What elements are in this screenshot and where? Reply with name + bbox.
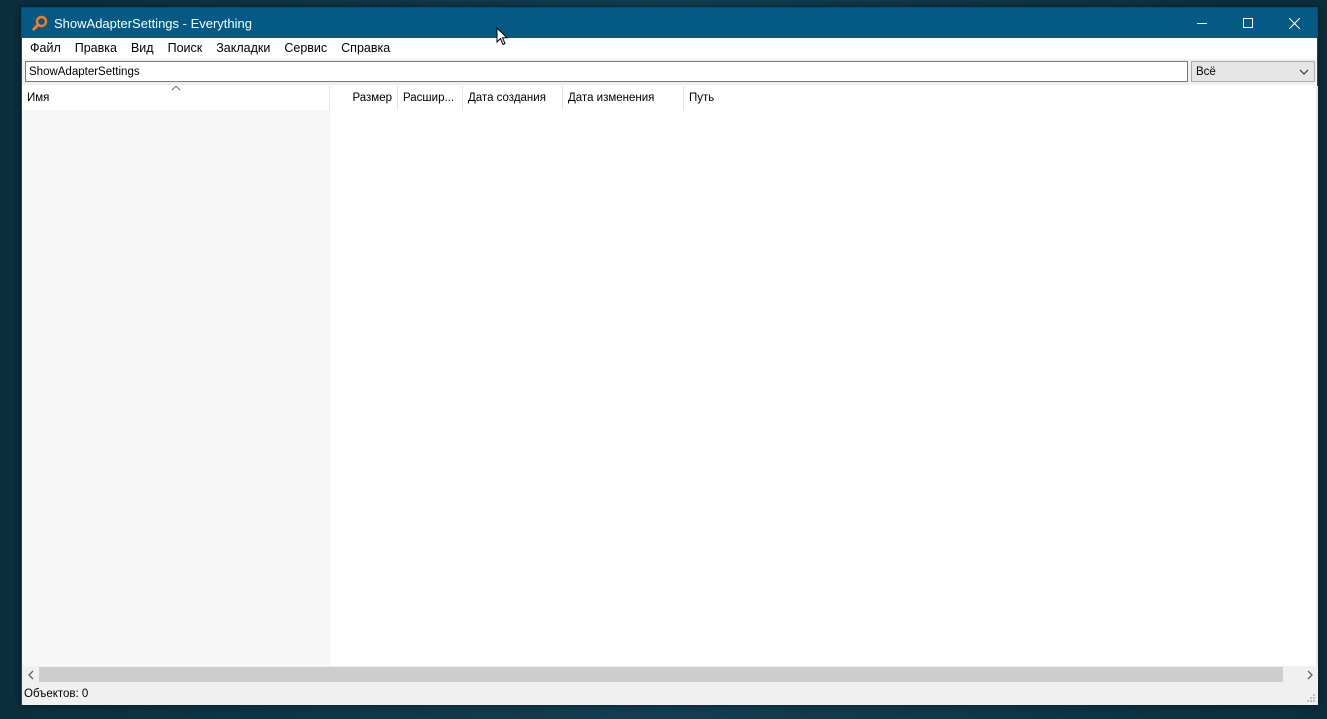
- menu-search[interactable]: Поиск: [161, 38, 210, 59]
- menu-bookmarks[interactable]: Закладки: [209, 38, 277, 59]
- chevron-left-icon: [27, 670, 33, 679]
- sort-ascending-icon: [171, 86, 181, 91]
- minimize-icon: [1197, 23, 1207, 24]
- column-header-label: Расшир...: [403, 92, 455, 104]
- results-list[interactable]: [22, 110, 1316, 666]
- resize-grip-icon[interactable]: [1306, 693, 1316, 703]
- window-controls: [1179, 8, 1317, 38]
- menu-view[interactable]: Вид: [124, 38, 161, 59]
- column-header-date-created[interactable]: Дата создания: [463, 86, 563, 110]
- menu-bar: Файл Правка Вид Поиск Закладки Сервис Сп…: [22, 38, 1317, 59]
- scroll-left-button[interactable]: [22, 666, 39, 683]
- name-column-background: [22, 110, 330, 666]
- menu-file[interactable]: Файл: [23, 38, 68, 59]
- column-header-date-modified[interactable]: Дата изменения: [563, 86, 684, 110]
- window-title: ShowAdapterSettings - Everything: [54, 15, 252, 31]
- menu-tools[interactable]: Сервис: [277, 38, 334, 59]
- scroll-right-button[interactable]: [1301, 666, 1318, 683]
- column-header-row: Имя Размер Расшир... Дата создания Дата …: [22, 86, 1316, 110]
- column-header-name[interactable]: Имя: [22, 86, 330, 110]
- object-count: Объектов: 0: [24, 688, 89, 700]
- chevron-right-icon: [1307, 670, 1313, 679]
- maximize-button[interactable]: [1225, 8, 1271, 38]
- close-button[interactable]: [1271, 8, 1317, 38]
- filter-selected-value: Всё: [1196, 65, 1216, 78]
- close-icon: [1288, 17, 1300, 29]
- minimize-button[interactable]: [1179, 8, 1225, 38]
- column-header-path[interactable]: Путь: [684, 86, 884, 110]
- menu-help[interactable]: Справка: [334, 38, 397, 59]
- column-header-label: Путь: [689, 92, 715, 104]
- filter-dropdown[interactable]: Всё: [1191, 61, 1315, 82]
- maximize-icon: [1243, 18, 1253, 28]
- magnifier-icon: [32, 15, 48, 31]
- horizontal-scrollbar[interactable]: [22, 666, 1318, 683]
- search-input[interactable]: [25, 61, 1188, 82]
- column-header-label: Размер: [352, 92, 392, 104]
- column-header-size[interactable]: Размер: [330, 86, 398, 110]
- everything-window: ShowAdapterSettings - Everything Файл Пр…: [21, 7, 1318, 705]
- column-header-extension[interactable]: Расшир...: [398, 86, 463, 110]
- column-header-label: Дата создания: [468, 92, 546, 104]
- mouse-cursor-icon: [496, 27, 508, 46]
- menu-edit[interactable]: Правка: [68, 38, 124, 59]
- column-header-label: Дата изменения: [568, 92, 655, 104]
- vertical-scrollbar-edge: [1316, 86, 1318, 666]
- search-row: Всё: [22, 59, 1317, 85]
- status-bar: Объектов: 0: [22, 683, 1318, 705]
- title-bar[interactable]: ShowAdapterSettings - Everything: [22, 8, 1317, 38]
- column-header-label: Имя: [27, 92, 50, 104]
- horizontal-scroll-thumb[interactable]: [39, 667, 1283, 682]
- chevron-down-icon: [1299, 69, 1309, 75]
